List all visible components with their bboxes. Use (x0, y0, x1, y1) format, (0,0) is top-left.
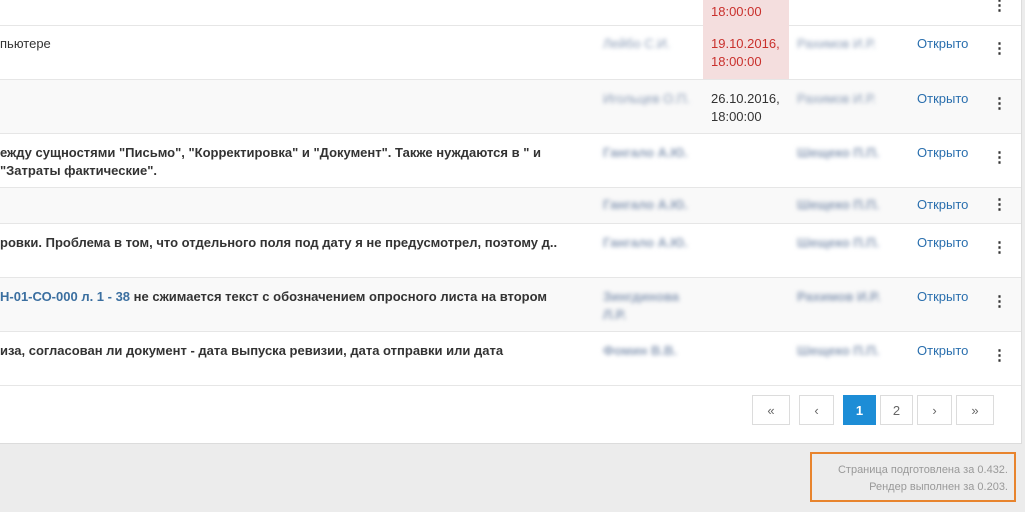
pagination: « ‹ 1 2 › » (752, 395, 994, 425)
executor-name: Рахимов И.Р. (797, 91, 876, 106)
table-row: иза, согласован ли документ - дата выпус… (0, 332, 1021, 386)
status-link[interactable]: Открыто (917, 196, 968, 214)
task-description: ровки. Проблема в том, что отдельного по… (0, 235, 558, 250)
task-description: пьютере (0, 36, 51, 51)
render-time: Рендер выполнен за 0.203. (869, 481, 1008, 493)
task-description: ежду сущностями "Письмо", "Корректировка… (0, 145, 541, 178)
executor-name: Рахимов И.Р. (797, 36, 876, 51)
page-2-button[interactable]: 2 (880, 395, 913, 425)
table-row: ровки. Проблема в том, что отдельного по… (0, 224, 1021, 278)
page-prepared-time: Страница подготовлена за 0.432. (837, 464, 1008, 476)
status-link[interactable]: Открыто (917, 35, 968, 53)
row-menu-icon[interactable]: ⋮ (992, 0, 1007, 13)
row-menu-icon[interactable]: ⋮ (992, 96, 1007, 111)
row-menu-icon[interactable]: ⋮ (992, 150, 1007, 165)
executor-name: Шещеко П.П. (797, 343, 880, 358)
deadline-cell: 19.10.2016, 18:00:00 (703, 25, 789, 79)
prev-page-button[interactable]: ‹ (799, 395, 834, 425)
table-row: пьютере Лейбо С.И. 19.10.2016, 18:00:00 … (0, 25, 1021, 80)
executor-name: Рахимов И.Р. (797, 289, 881, 304)
executor-name: Шещеко П.П. (797, 197, 880, 212)
table-row: Н-01-СО-000 л. 1 - 38 не сжимается текст… (0, 278, 1021, 332)
row-menu-icon[interactable]: ⋮ (992, 197, 1007, 212)
status-link[interactable]: Открыто (917, 90, 968, 108)
next-page-button[interactable]: › (917, 395, 952, 425)
row-menu-icon[interactable]: ⋮ (992, 348, 1007, 363)
author-name: Зингдинова Л.Р. (603, 289, 679, 322)
row-menu-icon[interactable]: ⋮ (992, 294, 1007, 309)
table-row: Гангало А.Ю. Шещеко П.П. Открыто ⋮ (0, 188, 1021, 224)
document-link[interactable]: Н-01-СО-000 л. 1 - 38 (0, 289, 130, 304)
executor-name: Шещеко П.П. (797, 145, 880, 160)
status-link[interactable]: Открыто (917, 342, 968, 360)
row-menu-icon[interactable]: ⋮ (992, 240, 1007, 255)
deadline-cell: 18:00:00 (703, 0, 789, 25)
table-row: ежду сущностями "Письмо", "Корректировка… (0, 134, 1021, 188)
status-link[interactable]: Открыто (917, 288, 968, 306)
page-1-button[interactable]: 1 (843, 395, 876, 425)
table-row: Игольцев О.П. 26.10.2016, 18:00:00 Рахим… (0, 80, 1021, 134)
task-description: Н-01-СО-000 л. 1 - 38 не сжимается текст… (0, 289, 547, 304)
author-name: Лейбо С.И. (603, 36, 671, 51)
render-stats: Страница подготовлена за 0.432. Рендер в… (810, 452, 1016, 502)
first-page-button[interactable]: « (752, 395, 790, 425)
status-link[interactable]: Открыто (917, 234, 968, 252)
tasks-table: 18:00:00 ⋮ пьютере Лейбо С.И. 19.10.2016… (0, 0, 1022, 444)
task-description: иза, согласован ли документ - дата выпус… (0, 343, 504, 358)
author-name: Гангало А.Ю. (603, 145, 688, 160)
table-row: 18:00:00 ⋮ (0, 0, 1021, 26)
status-link[interactable]: Открыто (917, 144, 968, 162)
author-name: Гангало А.Ю. (603, 197, 688, 212)
deadline-cell: 26.10.2016, 18:00:00 (711, 91, 780, 124)
executor-name: Шещеко П.П. (797, 235, 880, 250)
author-name: Гангало А.Ю. (603, 235, 688, 250)
author-name: Игольцев О.П. (603, 91, 690, 106)
last-page-button[interactable]: » (956, 395, 994, 425)
author-name: Фомин В.В. (603, 343, 677, 358)
row-menu-icon[interactable]: ⋮ (992, 41, 1007, 56)
